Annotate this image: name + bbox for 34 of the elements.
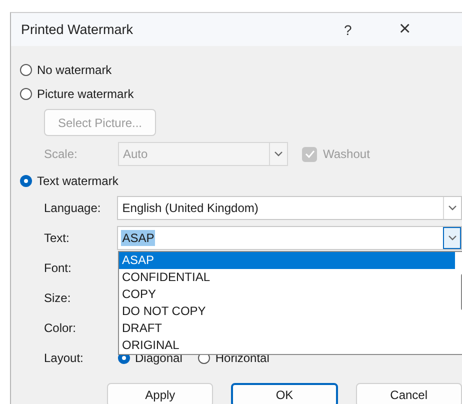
field-label: Color: [44,321,78,335]
list-item[interactable]: COPY [119,286,455,303]
field-label: Scale: [44,147,78,161]
close-button[interactable]: × [399,18,462,41]
list-item[interactable]: DO NOT COPY [119,303,455,320]
field-label: Language: [44,201,102,215]
dialog-button[interactable]: Apply [107,383,214,404]
chevron-down-icon [448,235,456,241]
list-item[interactable]: ASAP [119,252,455,269]
dialog-button[interactable]: OK [231,383,338,404]
field-label: Text: [44,231,70,245]
field-label: Size: [44,291,72,305]
help-button[interactable]: ? [344,22,399,38]
list-item[interactable]: CONFIDENTIAL [119,269,455,286]
field-label: Font: [44,261,72,275]
radio-button[interactable] [20,175,32,187]
radio-label: Diagonal [135,351,182,365]
radio-button[interactable] [20,64,32,76]
list-item[interactable]: DRAFT [119,320,455,337]
field-label: Layout: [44,351,84,365]
radio-label: Text watermark [37,174,118,188]
language-dropdown[interactable]: English (United Kingdom) [117,196,462,220]
dialog-button[interactable]: Cancel [356,383,462,404]
window-title: Printed Watermark [21,22,134,37]
radio-label: Picture watermark [37,87,134,101]
checkbox-label: Washout [323,147,370,161]
chevron-down-icon [274,151,283,157]
radio-label: Horizontal [215,351,270,365]
radio-button[interactable] [20,88,32,100]
checkmark-icon [304,150,314,158]
radio-label: No watermark [37,63,112,77]
list-item[interactable]: ORIGINAL [119,337,455,354]
chevron-down-icon [448,205,457,211]
text-dropdown[interactable]: ASAP [117,226,462,250]
